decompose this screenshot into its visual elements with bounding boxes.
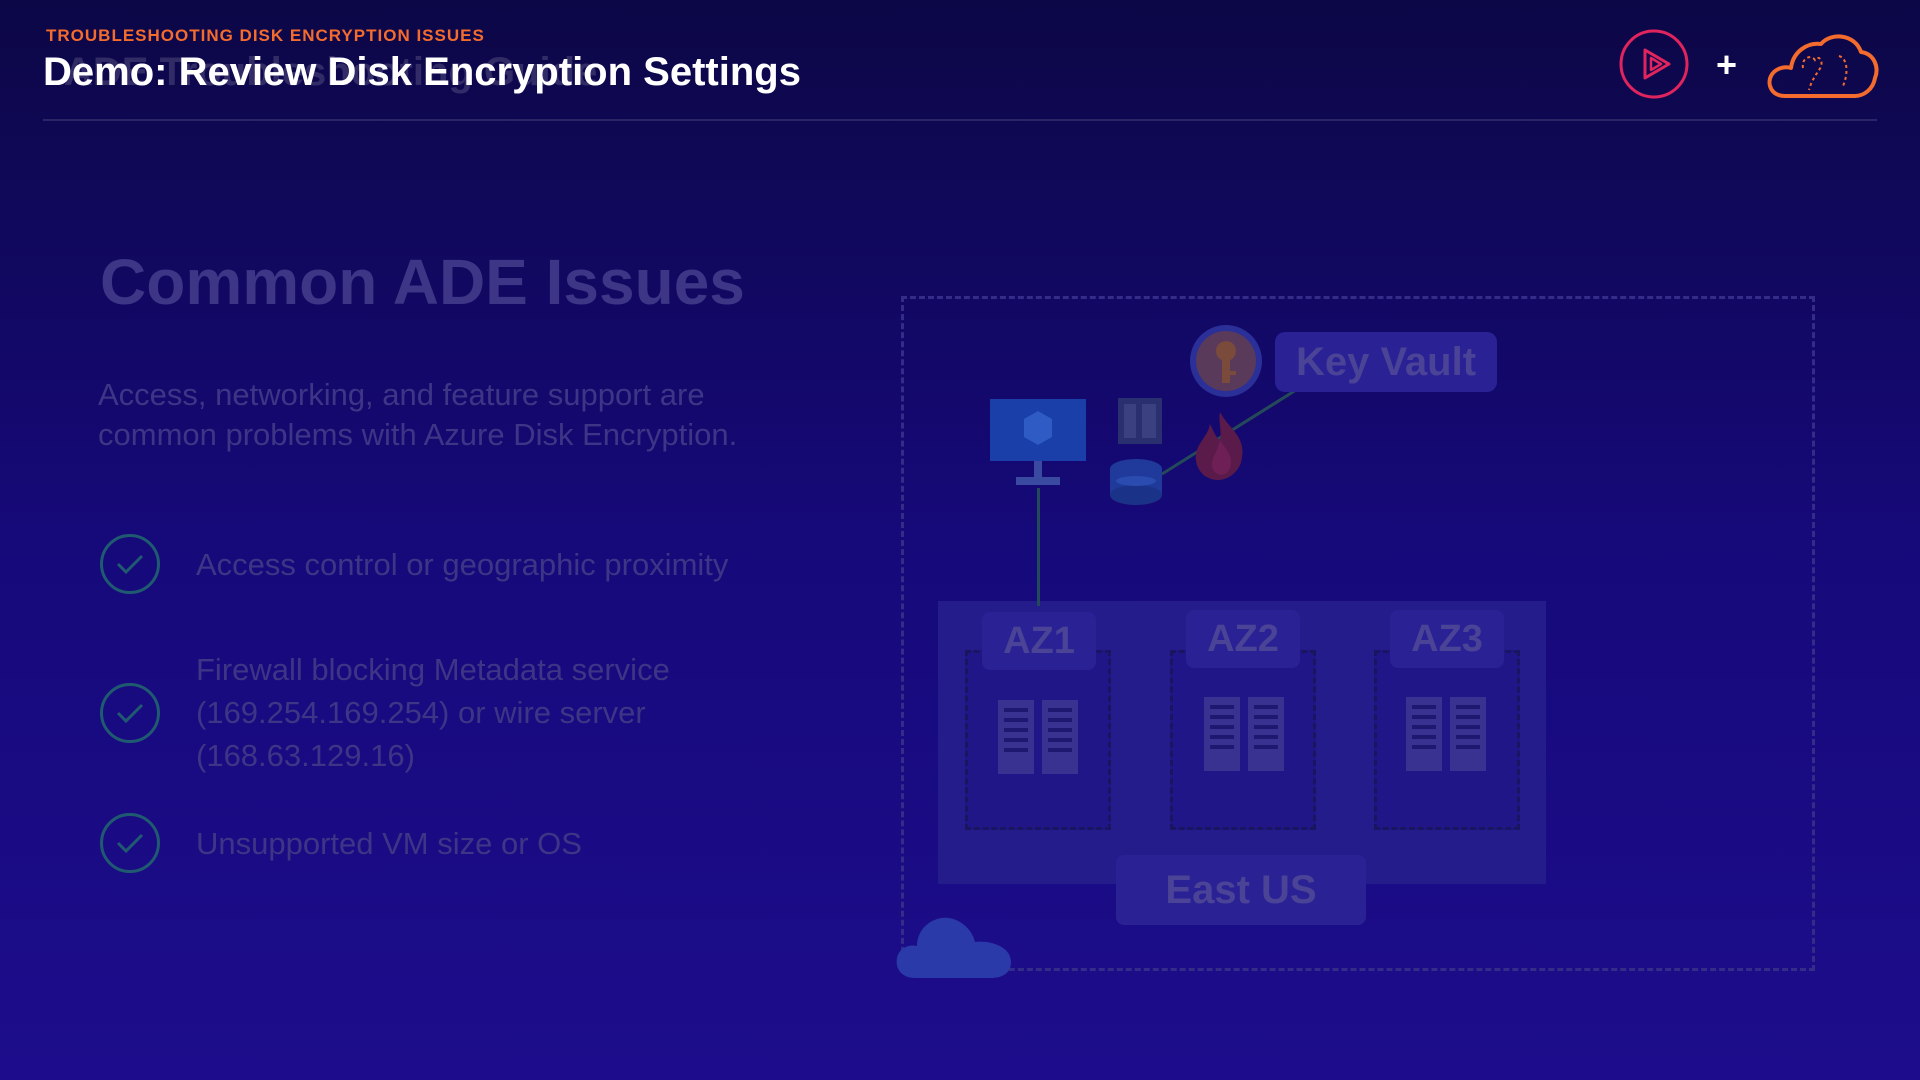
cloud-icon — [896, 917, 1011, 978]
page-title: Demo: Review Disk Encryption Settings — [43, 50, 801, 94]
key-vault-icon — [1190, 325, 1262, 397]
header-divider — [43, 119, 1877, 121]
list-item: Firewall blocking Metadata service (169.… — [100, 648, 796, 777]
check-icon — [100, 813, 160, 873]
check-icon — [100, 534, 160, 594]
brand-logos: + — [1618, 28, 1879, 104]
az-label-1: AZ1 — [982, 612, 1096, 670]
server-icon — [1204, 697, 1284, 771]
list-item-text: Unsupported VM size or OS — [196, 825, 582, 861]
list-item-text: Firewall blocking Metadata service (169.… — [196, 652, 670, 773]
region-label: East US — [1116, 855, 1366, 925]
firewall-icon — [1195, 412, 1243, 480]
storage-icon — [1110, 459, 1162, 505]
vm-monitor-icon — [990, 399, 1086, 485]
az-label-3: AZ3 — [1390, 610, 1504, 668]
key-vault-label: Key Vault — [1275, 332, 1497, 392]
slide-heading: Common ADE Issues — [100, 246, 745, 318]
pluralsight-play-icon — [1619, 29, 1689, 99]
logo-plus: + — [1716, 44, 1738, 85]
list-item: Access control or geographic proximity — [100, 534, 796, 594]
cloud-guru-cloud-icon — [1767, 34, 1879, 98]
vm-connector-line — [1037, 488, 1040, 606]
database-icon — [1118, 398, 1162, 444]
server-icon — [998, 700, 1078, 774]
section-kicker: TROUBLESHOOTING DISK ENCRYPTION ISSUES — [46, 26, 485, 45]
check-icon — [100, 682, 160, 743]
server-icon — [1406, 697, 1486, 771]
list-item-text: Access control or geographic proximity — [196, 546, 729, 582]
az-label-2: AZ2 — [1186, 610, 1300, 668]
list-item: Unsupported VM size or OS — [100, 813, 796, 873]
slide-subtitle: Access, networking, and feature support … — [98, 377, 738, 452]
